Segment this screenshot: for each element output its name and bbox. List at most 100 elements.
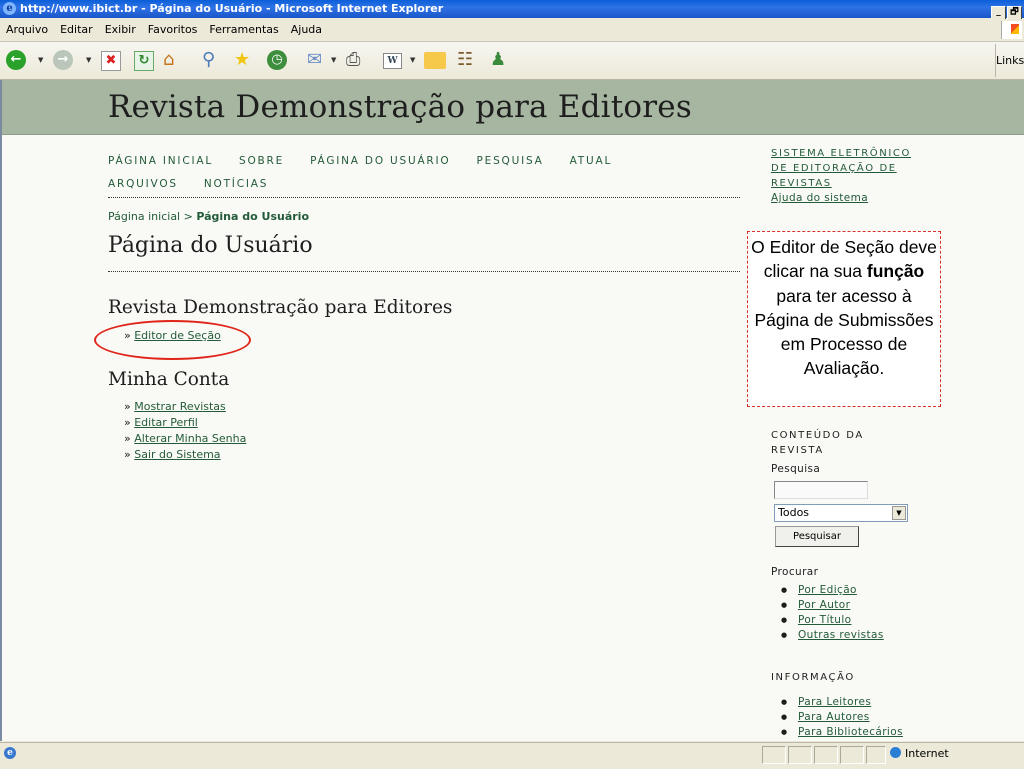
window-controls: _ 🗗: [990, 2, 1022, 20]
page-status-icon: e: [4, 747, 16, 759]
nav-divider: [108, 197, 740, 198]
link-edit-profile[interactable]: Editar Perfil: [134, 416, 198, 429]
content-title: CONTEÚDO DA REVISTA: [771, 430, 864, 456]
system-link[interactable]: SISTEMA ELETRÔNICO DE EDITORAÇÃO DE REVI…: [771, 148, 911, 189]
edit-icon[interactable]: W: [383, 53, 402, 69]
window-title-bar[interactable]: e http://www.ibict.br - Página do Usuári…: [0, 0, 1024, 20]
nav-atual[interactable]: ATUAL: [570, 155, 613, 167]
back-icon[interactable]: ←: [6, 50, 26, 70]
menu-ajuda[interactable]: Ajuda: [285, 19, 328, 41]
search-label: Pesquisa: [771, 463, 821, 475]
nav-sobre[interactable]: SOBRE: [239, 155, 284, 167]
nav-pagina-do-usuario[interactable]: PÁGINA DO USUÁRIO: [310, 155, 450, 167]
search-icon[interactable]: ⚲: [202, 50, 215, 70]
list-item: Para Autores: [781, 710, 903, 725]
browse-label: Procurar: [771, 566, 819, 578]
restore-button[interactable]: 🗗: [1007, 6, 1022, 20]
menu-bar: Arquivo Editar Exibir Favoritos Ferramentas A…: [0, 19, 1024, 42]
select-value: Todos: [778, 506, 810, 519]
refresh-icon[interactable]: ↻: [134, 51, 154, 71]
menu-arquivo[interactable]: Arquivo: [0, 19, 54, 41]
window-title: http://www.ibict.br - Página do Usuário …: [20, 2, 444, 15]
info-title: INFORMAÇÃO: [771, 672, 855, 683]
mail-icon[interactable]: ✉: [307, 50, 322, 70]
menu-ferramentas[interactable]: Ferramentas: [203, 19, 284, 41]
browse-by-author[interactable]: Por Autor: [798, 599, 850, 611]
security-zone: Internet: [890, 746, 949, 762]
journal-section-title: Revista Demonstração para Editores: [108, 297, 453, 318]
breadcrumb-separator: >: [183, 210, 193, 223]
nav-arquivos[interactable]: ARQUIVOS: [108, 178, 178, 190]
browse-other-journals[interactable]: Outras revistas: [798, 629, 884, 641]
search-scope-select[interactable]: Todos ▼: [774, 504, 908, 522]
main-nav: PÁGINA INICIAL SOBRE PÁGINA DO USUÁRIO PESQ…: [108, 150, 738, 196]
history-icon[interactable]: ◷: [267, 50, 287, 70]
title-divider: [108, 271, 740, 272]
link-logout[interactable]: Sair do Sistema: [134, 448, 220, 461]
zone-label: Internet: [905, 747, 949, 760]
menu-exibir[interactable]: Exibir: [99, 19, 142, 41]
stop-icon[interactable]: ✖: [101, 51, 121, 71]
breadcrumb-home[interactable]: Página inicial: [108, 210, 180, 223]
nav-pesquisa[interactable]: PESQUISA: [477, 155, 544, 167]
forward-icon[interactable]: →: [53, 50, 73, 70]
journal-header: Revista Demonstração para Editores: [2, 80, 1024, 135]
info-readers[interactable]: Para Leitores: [798, 696, 871, 708]
account-links: » Mostrar Revistas » Editar Perfil » Alt…: [124, 399, 246, 463]
status-bar: e Internet: [0, 742, 1024, 769]
link-show-journals[interactable]: Mostrar Revistas: [134, 400, 226, 413]
help-link[interactable]: Ajuda do sistema: [771, 192, 868, 204]
annotation-callout: O Editor de Seção deve clicar na sua fun…: [747, 231, 941, 407]
favorites-icon[interactable]: ★: [234, 50, 250, 70]
ie-icon: e: [3, 2, 16, 15]
nav-pagina-inicial[interactable]: PÁGINA INICIAL: [108, 155, 213, 167]
link-change-password[interactable]: Alterar Minha Senha: [134, 432, 246, 445]
search-input[interactable]: [774, 481, 868, 499]
breadcrumb: Página inicial > Página do Usuário: [108, 210, 309, 223]
menu-favoritos[interactable]: Favoritos: [142, 19, 204, 41]
browse-by-title[interactable]: Por Título: [798, 614, 851, 626]
home-icon[interactable]: ⌂: [163, 50, 174, 70]
browse-by-issue[interactable]: Por Edição: [798, 584, 857, 596]
status-cell: [814, 746, 838, 764]
page-title: Página do Usuário: [108, 233, 313, 258]
browse-list: Por Edição Por Autor Por Título Outras r…: [781, 583, 884, 643]
info-librarians[interactable]: Para Bibliotecários: [798, 726, 903, 738]
browser-viewport: Revista Demonstração para Editores PÁGIN…: [0, 80, 1024, 741]
sidebar-help: Ajuda do sistema: [771, 192, 868, 204]
messenger-icon[interactable]: ♟: [490, 50, 506, 70]
print-icon[interactable]: ⎙: [346, 50, 360, 70]
research-icon[interactable]: ☷: [457, 50, 473, 70]
chevron-down-icon[interactable]: ▼: [892, 506, 906, 520]
info-authors[interactable]: Para Autores: [798, 711, 870, 723]
list-item: » Alterar Minha Senha: [124, 432, 247, 445]
highlight-ellipse: [94, 320, 251, 360]
windows-logo-icon: [1001, 21, 1022, 39]
breadcrumb-current: Página do Usuário: [196, 210, 310, 223]
back-dropdown-icon[interactable]: ▼: [38, 56, 43, 64]
status-cell: [840, 746, 864, 764]
callout-text-after: para ter acesso à Página de Submissões e…: [754, 285, 934, 379]
list-item: Por Edição: [781, 583, 884, 598]
status-cell: [866, 746, 886, 764]
list-item: Por Título: [781, 613, 884, 628]
mail-dropdown-icon[interactable]: ▼: [331, 56, 336, 64]
status-cell: [762, 746, 786, 764]
search-button[interactable]: Pesquisar: [775, 526, 859, 547]
status-cell: [788, 746, 812, 764]
links-toolbar[interactable]: Links: [995, 44, 1024, 77]
info-list: Para Leitores Para Autores Para Bibliote…: [781, 695, 903, 740]
nav-noticias[interactable]: NOTÍCIAS: [204, 178, 268, 190]
forward-dropdown-icon[interactable]: ▼: [86, 56, 91, 64]
sidebar-system-block: SISTEMA ELETRÔNICO DE EDITORAÇÃO DE REVI…: [771, 146, 931, 191]
edit-dropdown-icon[interactable]: ▼: [410, 56, 415, 64]
folder-icon[interactable]: [424, 52, 446, 69]
menu-editar[interactable]: Editar: [54, 19, 99, 41]
list-item: » Sair do Sistema: [124, 448, 221, 461]
list-item: Para Bibliotecários: [781, 725, 903, 740]
list-item: Para Leitores: [781, 695, 903, 710]
list-item: » Mostrar Revistas: [124, 400, 226, 413]
list-item: » Editar Perfil: [124, 416, 198, 429]
minimize-button[interactable]: _: [991, 6, 1006, 20]
globe-icon: [890, 747, 901, 758]
